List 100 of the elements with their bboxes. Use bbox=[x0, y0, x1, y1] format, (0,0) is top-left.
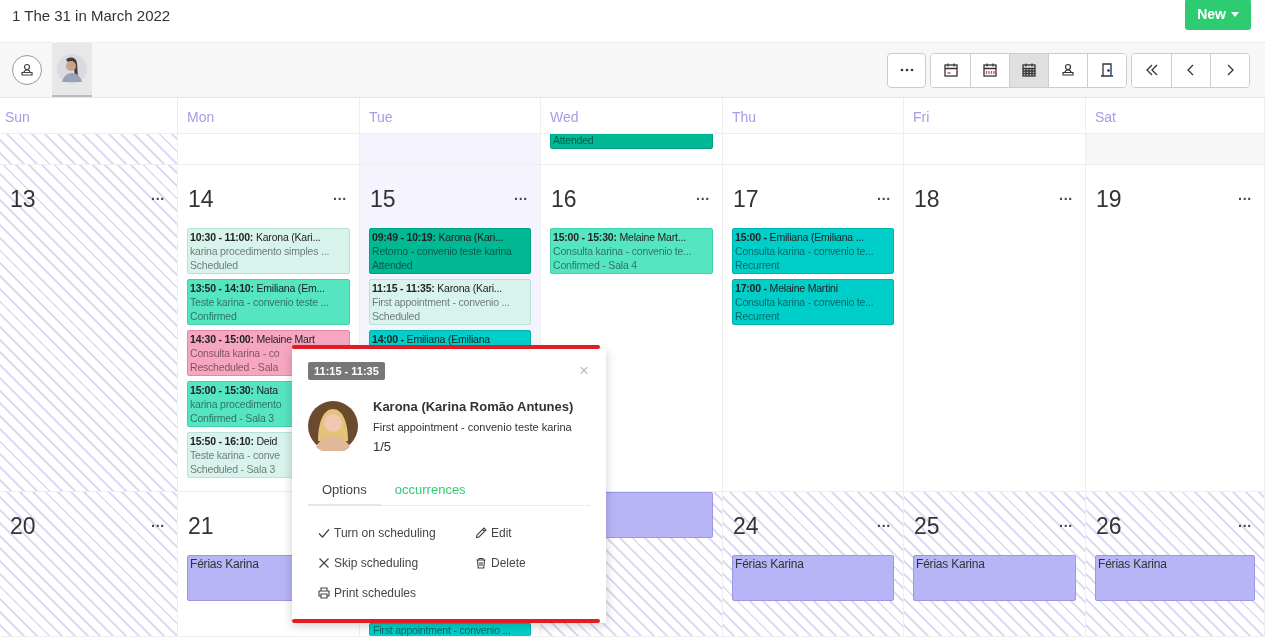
caret-icon bbox=[1231, 11, 1239, 17]
calendar-icon bbox=[1021, 62, 1037, 78]
weekday-label: Mon bbox=[187, 109, 215, 125]
day-cell[interactable]: 17 ··· 15:00 - Emiliana (Emiliana ... Consulta karina - convenio te... Recurrent 17:00 - Melaine Martini Consulta karina - convenio te... Recurrent bbox=[723, 165, 904, 492]
day-menu-button[interactable]: ··· bbox=[1059, 191, 1073, 207]
day-number: 16 bbox=[551, 185, 577, 213]
event-title: Férias Karina bbox=[1098, 557, 1167, 571]
more-icon bbox=[899, 68, 914, 72]
event-title: 10:30 - 11:00: Karona (Kari... bbox=[190, 230, 321, 244]
day-cell[interactable]: 19 ··· bbox=[1086, 165, 1265, 492]
event-title: 09:49 - 10:19: Karona (Kari... bbox=[372, 230, 504, 244]
day-menu-button[interactable]: ··· bbox=[1238, 518, 1252, 534]
event-status: Recurrent bbox=[735, 309, 780, 323]
day-number: 24 bbox=[733, 512, 759, 540]
event-detail: Consulta karina - co bbox=[190, 346, 280, 360]
event-status: Scheduled - Sala 3 bbox=[190, 462, 276, 476]
event-title: 15:50 - 16:10: Deid bbox=[190, 434, 278, 448]
day-number: 20 bbox=[10, 512, 36, 540]
day-menu-button[interactable]: ··· bbox=[151, 518, 165, 534]
weekday-label: Fri bbox=[913, 109, 930, 125]
event-status: Rescheduled - Sala bbox=[190, 360, 279, 374]
person-icon bbox=[1060, 62, 1076, 78]
event-card[interactable]: 15:00 - Emiliana (Emiliana ... Consulta karina - convenio te... Recurrent bbox=[732, 228, 894, 274]
event-title: Férias Karina bbox=[190, 557, 259, 571]
event-detail: Consulta karina - convenio te... bbox=[735, 244, 874, 258]
day-number: 14 bbox=[188, 185, 214, 213]
double-chevron-left-icon bbox=[1144, 63, 1159, 77]
day-menu-button[interactable]: ··· bbox=[696, 191, 710, 207]
day-number: 21 bbox=[188, 512, 214, 540]
day-menu-button[interactable]: ··· bbox=[877, 518, 891, 534]
action-link[interactable]: Delete bbox=[475, 556, 526, 570]
event-detail: First appointment - convenio ... bbox=[373, 624, 511, 636]
event-card[interactable]: Férias Karina bbox=[732, 555, 894, 601]
trash-icon bbox=[475, 557, 487, 569]
weekday-label: Sat bbox=[1095, 109, 1116, 125]
printer-icon bbox=[318, 587, 330, 599]
event-card[interactable]: 10:30 - 11:00: Karona (Kari... karina procedimento simples ... Scheduled bbox=[187, 228, 350, 274]
day-cell[interactable]: 13 ··· bbox=[0, 165, 178, 492]
door-icon bbox=[1099, 62, 1115, 78]
event-card[interactable]: 09:49 - 10:19: Karona (Kari... Retorno - convenio teste karina Attended bbox=[369, 228, 531, 274]
day-cell[interactable]: 18 ··· bbox=[904, 165, 1086, 492]
day-cell[interactable]: 26 ··· Férias Karina bbox=[1086, 492, 1265, 637]
pencil-icon bbox=[475, 527, 487, 539]
day-cell[interactable]: 20 ··· bbox=[0, 492, 178, 637]
day-menu-button[interactable]: ··· bbox=[333, 191, 347, 207]
occurrence-count: 1/5 bbox=[373, 439, 393, 454]
day-cell[interactable]: 24 ··· Férias Karina bbox=[723, 492, 904, 637]
event-card[interactable]: 11:15 - 11:35: Karona (Kari... First appointment - convenio ... Scheduled bbox=[369, 279, 531, 325]
event-title: 13:50 - 14:10: Emiliana (Em... bbox=[190, 281, 325, 295]
day-menu-button[interactable]: ··· bbox=[151, 191, 165, 207]
event-status: Recurrent bbox=[735, 258, 780, 272]
next-button[interactable] bbox=[1210, 53, 1249, 87]
event-title: 17:00 - Melaine Martini bbox=[735, 281, 838, 295]
day-number: 17 bbox=[733, 185, 759, 213]
all-professionals-button[interactable] bbox=[12, 55, 42, 85]
more-button[interactable] bbox=[887, 52, 926, 88]
event-title: 14:30 - 15:00: Melaine Mart bbox=[190, 332, 315, 346]
day-number: 18 bbox=[914, 185, 940, 213]
weekday-label: Thu bbox=[732, 109, 757, 125]
day-cell[interactable] bbox=[178, 134, 360, 165]
event-status: Attended bbox=[553, 134, 594, 147]
page-title: 1 The 31 in March 2022 bbox=[12, 6, 171, 24]
month-view-button[interactable] bbox=[1009, 53, 1048, 87]
calendar-icon bbox=[982, 62, 998, 78]
event-card[interactable]: 13:50 - 14:10: Emiliana (Em... Teste karina - convenio teste ... Confirmed bbox=[187, 279, 350, 325]
event-card[interactable]: 15:00 - 15:30: Melaine Mart... Consulta karina - convenio te... Confirmed - Sala 4 bbox=[550, 228, 713, 274]
day-menu-button[interactable]: ··· bbox=[877, 191, 891, 207]
event-status: Confirmed - Sala 4 bbox=[553, 258, 637, 272]
event-detail: First appointment - convenio ... bbox=[372, 295, 510, 309]
event-title: 14:00 - Emiliana (Emiliana bbox=[372, 332, 490, 346]
event-detail: Retorno - convenio teste karina bbox=[372, 244, 512, 258]
event-status: Scheduled bbox=[372, 309, 420, 323]
event-detail: Teste karina - convenio teste ... bbox=[190, 295, 329, 309]
person-icon bbox=[19, 62, 35, 78]
event-title: Férias Karina bbox=[916, 557, 985, 571]
event-card[interactable]: Férias Karina bbox=[1095, 555, 1255, 601]
day-number: 25 bbox=[914, 512, 940, 540]
event-detail: Consulta karina - convenio te... bbox=[553, 244, 692, 258]
professional-avatar-tab[interactable] bbox=[52, 43, 92, 97]
day-number: 26 bbox=[1096, 512, 1122, 540]
day-menu-button[interactable]: ··· bbox=[514, 191, 528, 207]
weekday-label: Tue bbox=[369, 109, 393, 125]
day-menu-button[interactable]: ··· bbox=[1238, 191, 1252, 207]
weekday-label: Wed bbox=[550, 109, 579, 125]
day-cell[interactable] bbox=[0, 134, 178, 165]
popover-tab[interactable]: Options bbox=[308, 474, 381, 506]
day-number: 13 bbox=[10, 185, 36, 213]
day-menu-button[interactable]: ··· bbox=[1059, 518, 1073, 534]
day-cell[interactable]: 25 ··· Férias Karina bbox=[904, 492, 1086, 637]
event-card[interactable]: Férias Karina bbox=[913, 555, 1076, 601]
calendar-icon bbox=[942, 62, 959, 78]
event-detail: Teste karina - conve bbox=[190, 448, 280, 462]
event-detail: karina procedimento simples ... bbox=[190, 244, 330, 258]
event-status: Confirmed - Sala 3 bbox=[190, 411, 274, 425]
day-number: 15 bbox=[370, 185, 396, 213]
event-detail: Consulta karina - convenio te... bbox=[735, 295, 874, 309]
action-link[interactable]: Edit bbox=[475, 526, 512, 540]
room-view-button[interactable] bbox=[1087, 53, 1126, 87]
weekday-label: Sun bbox=[5, 109, 30, 125]
event-card[interactable]: 17:00 - Melaine Martini Consulta karina - convenio te... Recurrent bbox=[732, 279, 894, 325]
